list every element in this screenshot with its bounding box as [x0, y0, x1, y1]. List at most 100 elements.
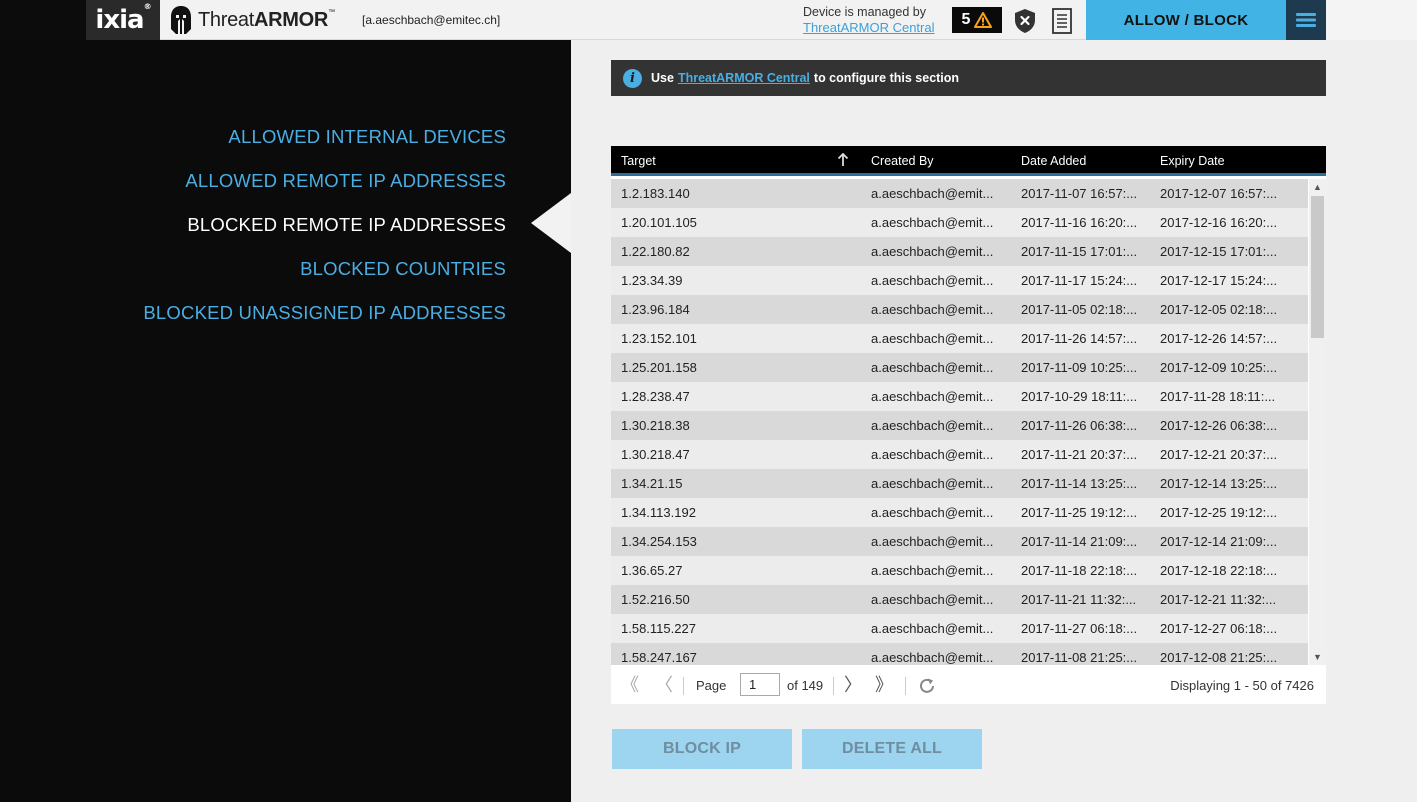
cell-created-by: a.aeschbach@emit... — [871, 592, 994, 607]
shield-x-icon[interactable] — [1013, 8, 1037, 34]
cell-expiry-date: 2017-12-14 21:09:... — [1160, 534, 1278, 549]
cell-date-added: 2017-11-08 21:25:... — [1021, 650, 1138, 665]
delete-all-button[interactable]: DELETE ALL — [802, 729, 982, 769]
table-row[interactable]: 1.36.65.27 a.aeschbach@emit... 2017-11-18 … — [611, 556, 1308, 585]
cell-date-added: 2017-11-17 15:24:... — [1021, 273, 1138, 288]
refresh-icon[interactable] — [918, 677, 936, 695]
display-range-info: Displaying 1 - 50 of 7426 — [1170, 678, 1314, 693]
table-row[interactable]: 1.20.101.105 a.aeschbach@emit... 2017-11-1… — [611, 208, 1308, 237]
last-page-icon[interactable]: 》 — [875, 676, 893, 694]
block-ip-button[interactable]: BLOCK IP — [612, 729, 792, 769]
table-row[interactable]: 1.34.113.192 a.aeschbach@emit... 2017-11-2… — [611, 498, 1308, 527]
pager-separator — [905, 677, 906, 695]
grid-pager: 《 〈 Page of 149 〉 》 Displaying 1 - 50 of… — [611, 667, 1326, 704]
nav-blocked-remote-ip-addresses[interactable]: BLOCKED REMOTE IP ADDRESSES — [187, 214, 506, 236]
cell-created-by: a.aeschbach@emit... — [871, 244, 994, 259]
cell-date-added: 2017-11-09 10:25:... — [1021, 360, 1138, 375]
cell-expiry-date: 2017-12-16 16:20:... — [1160, 215, 1278, 230]
document-list-icon[interactable] — [1051, 8, 1073, 34]
column-header-created-by[interactable]: Created By — [871, 154, 934, 168]
main-content: i Use ThreatARMOR Central to configure t… — [571, 40, 1417, 802]
active-nav-pointer — [531, 193, 571, 253]
cell-date-added: 2017-11-25 19:12:... — [1021, 505, 1138, 520]
cell-date-added: 2017-11-26 06:38:... — [1021, 418, 1138, 433]
first-page-icon[interactable]: 《 — [621, 676, 639, 694]
top-bar: ixia® ThreatARMOR™ [a.aeschbach@emitec.c… — [0, 0, 1417, 40]
menu-button[interactable] — [1286, 0, 1326, 40]
ixia-logo: ixia® — [86, 0, 160, 40]
cell-created-by: a.aeschbach@emit... — [871, 389, 994, 404]
table-row[interactable]: 1.34.21.15 a.aeschbach@emit... 2017-11-14 … — [611, 469, 1308, 498]
column-header-date-added[interactable]: Date Added — [1021, 154, 1086, 168]
cell-expiry-date: 2017-12-14 13:25:... — [1160, 476, 1278, 491]
cell-target: 1.34.21.15 — [621, 476, 683, 491]
previous-page-icon[interactable]: 〈 — [655, 676, 673, 694]
hamburger-menu-icon — [1296, 13, 1316, 27]
table-row[interactable]: 1.52.216.50 a.aeschbach@emit... 2017-11-21… — [611, 585, 1308, 614]
table-row[interactable]: 1.34.254.153 a.aeschbach@emit... 2017-11-1… — [611, 527, 1308, 556]
managed-by-text: Device is managed by — [803, 5, 926, 19]
spartan-helmet-icon — [171, 6, 191, 34]
cell-target: 1.30.218.38 — [621, 418, 690, 433]
cell-created-by: a.aeschbach@emit... — [871, 302, 994, 317]
cell-date-added: 2017-11-15 17:01:... — [1021, 244, 1138, 259]
table-row[interactable]: 1.25.201.158 a.aeschbach@emit... 2017-11-0… — [611, 353, 1308, 382]
cell-created-by: a.aeschbach@emit... — [871, 650, 994, 665]
cell-date-added: 2017-11-21 20:37:... — [1021, 447, 1138, 462]
nav-blocked-countries[interactable]: BLOCKED COUNTRIES — [300, 258, 506, 280]
wordmark-trademark: ™ — [328, 8, 335, 16]
sort-ascending-icon[interactable] — [837, 153, 849, 167]
table-row[interactable]: 1.30.218.47 a.aeschbach@emit... 2017-11-21… — [611, 440, 1308, 469]
cell-created-by: a.aeschbach@emit... — [871, 534, 994, 549]
cell-target: 1.23.34.39 — [621, 273, 683, 288]
page-number-input[interactable] — [740, 673, 780, 696]
threatarmor-logo: ThreatARMOR™ — [170, 4, 335, 36]
cell-created-by: a.aeschbach@emit... — [871, 273, 994, 288]
cell-target: 1.20.101.105 — [621, 215, 697, 230]
column-header-expiry-date[interactable]: Expiry Date — [1160, 154, 1225, 168]
cell-created-by: a.aeschbach@emit... — [871, 476, 994, 491]
warning-triangle-icon — [974, 12, 993, 28]
allow-block-button[interactable]: ALLOW / BLOCK — [1086, 0, 1286, 40]
nav-allowed-internal-devices[interactable]: ALLOWED INTERNAL DEVICES — [228, 126, 506, 148]
info-threatarmor-central-link[interactable]: ThreatARMOR Central — [678, 71, 810, 85]
scroll-up-arrow-icon[interactable]: ▲ — [1309, 179, 1326, 195]
table-row[interactable]: 1.58.115.227 a.aeschbach@emit... 2017-11-2… — [611, 614, 1308, 643]
cell-expiry-date: 2017-12-26 06:38:... — [1160, 418, 1278, 433]
column-header-target[interactable]: Target — [621, 154, 656, 168]
cell-target: 1.34.254.153 — [621, 534, 697, 549]
grid-scrollbar[interactable]: ▲ ▼ — [1309, 179, 1326, 665]
table-row[interactable]: 1.23.152.101 a.aeschbach@emit... 2017-11-2… — [611, 324, 1308, 353]
cell-created-by: a.aeschbach@emit... — [871, 418, 994, 433]
alert-badge[interactable]: 5 — [952, 7, 1002, 33]
table-row[interactable]: 1.23.96.184 a.aeschbach@emit... 2017-11-05… — [611, 295, 1308, 324]
nav-allowed-remote-ip-addresses[interactable]: ALLOWED REMOTE IP ADDRESSES — [185, 170, 506, 192]
table-row[interactable]: 1.23.34.39 a.aeschbach@emit... 2017-11-17 … — [611, 266, 1308, 295]
cell-target: 1.23.152.101 — [621, 331, 697, 346]
cell-target: 1.58.115.227 — [621, 621, 696, 636]
table-row[interactable]: 1.58.247.167 a.aeschbach@emit... 2017-11-0… — [611, 643, 1308, 665]
info-banner: i Use ThreatARMOR Central to configure t… — [611, 60, 1326, 96]
scroll-down-arrow-icon[interactable]: ▼ — [1309, 649, 1326, 665]
cell-expiry-date: 2017-12-26 14:57:... — [1160, 331, 1278, 346]
table-row[interactable]: 1.22.180.82 a.aeschbach@emit... 2017-11-15… — [611, 237, 1308, 266]
cell-target: 1.58.247.167 — [621, 650, 697, 665]
current-user: [a.aeschbach@emitec.ch] — [362, 13, 501, 27]
wordmark-threat: Threat — [198, 8, 255, 31]
grid-body: 1.2.183.140 a.aeschbach@emit... 2017-11-07… — [611, 179, 1308, 665]
threatarmor-central-link[interactable]: ThreatARMOR Central — [803, 20, 934, 36]
cell-expiry-date: 2017-12-07 16:57:... — [1160, 186, 1278, 201]
alert-count: 5 — [961, 11, 971, 28]
next-page-icon[interactable]: 〉 — [844, 676, 862, 694]
scroll-thumb[interactable] — [1311, 196, 1324, 338]
table-row[interactable]: 1.30.218.38 a.aeschbach@emit... 2017-11-26… — [611, 411, 1308, 440]
cell-created-by: a.aeschbach@emit... — [871, 447, 994, 462]
nav-blocked-unassigned-ip-addresses[interactable]: BLOCKED UNASSIGNED IP ADDRESSES — [143, 302, 506, 324]
table-row[interactable]: 1.28.238.47 a.aeschbach@emit... 2017-10-29… — [611, 382, 1308, 411]
blocked-ip-grid: Target Created By Date Added Expiry Date… — [611, 146, 1326, 704]
ixia-registered-mark: ® — [143, 2, 152, 11]
managed-by-notice: Device is managed by ThreatARMOR Central — [803, 4, 934, 36]
threatarmor-wordmark: ThreatARMOR™ — [198, 9, 335, 32]
info-prefix: Use — [651, 71, 674, 85]
table-row[interactable]: 1.2.183.140 a.aeschbach@emit... 2017-11-07… — [611, 179, 1308, 208]
